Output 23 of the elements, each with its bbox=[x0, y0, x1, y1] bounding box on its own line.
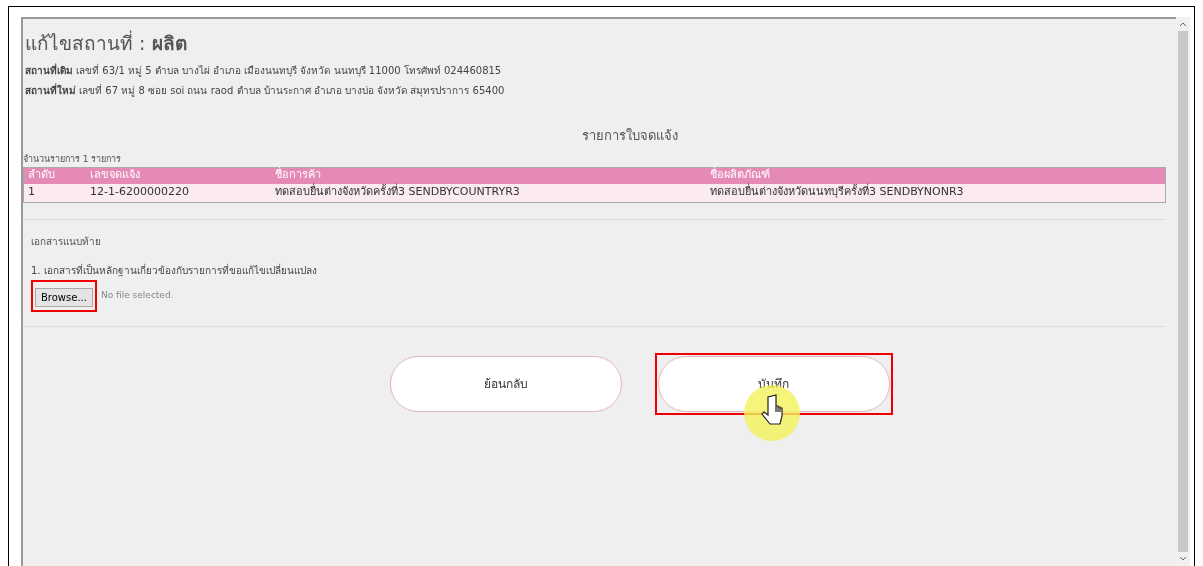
scrollbar[interactable] bbox=[1176, 17, 1190, 566]
action-button[interactable]: ย้อนกลับ bbox=[389, 355, 622, 412]
table-cell-text: ทดสอบยื่นต่างจังหวัดนนทบุรีครั้งที่3 SENDBYNONR3 bbox=[709, 184, 965, 201]
table-cell-text: ทดสอบยื่นต่างจังหวัดครั้งที่3 SENDBYCOUNTRYR3 bbox=[274, 184, 521, 201]
section-heading: เอกสารแนบท้าย bbox=[31, 234, 102, 249]
action-button[interactable]: บันทึก bbox=[657, 355, 890, 412]
item-count: จำนวนรายการ 1 รายการ bbox=[23, 153, 123, 166]
column-header: ลำดับ bbox=[27, 167, 56, 184]
table-title: รายการใบจดแจ้ง bbox=[580, 126, 679, 145]
column-header: ชื่อผลิตภัณฑ์ bbox=[709, 167, 771, 183]
table-cell-text: 1 bbox=[27, 184, 36, 201]
scroll-up-icon[interactable] bbox=[1179, 21, 1187, 27]
table-cell-text: 12-1-6200000220 bbox=[89, 184, 190, 201]
column-header: เลขจดแจ้ง bbox=[89, 167, 141, 184]
scrollbar-thumb[interactable] bbox=[1178, 31, 1188, 552]
browse-button[interactable]: Browse... bbox=[35, 287, 93, 307]
scroll-down-icon[interactable] bbox=[1179, 556, 1187, 562]
file-status: No file selected. bbox=[100, 288, 174, 302]
address-line: สถานที่ใหม่ เลขที่ 67 หมู่ 8 ซอย soi ถนน raod ตำบล บ้านระกาศ อำเภอ บางบ่อ จังหวัด สมุทรปราการ 65400 bbox=[25, 82, 506, 98]
page-title: แก้ไขสถานที่ : ผลิต bbox=[25, 29, 188, 56]
address-line: สถานที่เดิม เลขที่ 63/1 หมู่ 5 ตำบล บางไผ่ อำเภอ เมืองนนทบุรี จังหวัด นนทบุรี 11000 โทรศัพท์ 024460815 bbox=[25, 62, 503, 78]
column-header: ชื่อการค้า bbox=[274, 167, 322, 183]
attachment-label: 1. เอกสารที่เป็นหลักฐานเกี่ยวข้องกับรายการที่ขอแก้ไขเปลี่ยนแปลง bbox=[31, 262, 318, 278]
